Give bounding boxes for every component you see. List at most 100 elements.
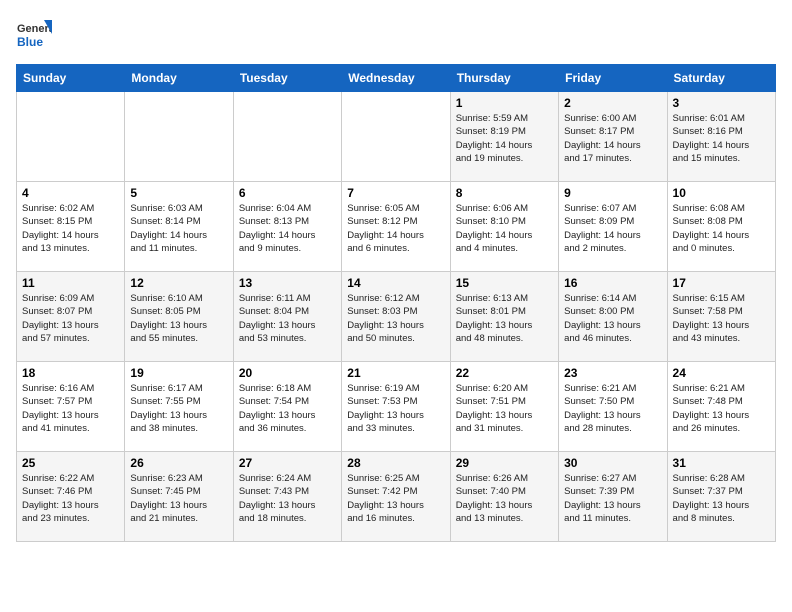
day-info: Sunrise: 6:14 AM Sunset: 8:00 PM Dayligh… [564,292,661,345]
day-number: 16 [564,276,661,290]
calendar-cell: 20Sunrise: 6:18 AM Sunset: 7:54 PM Dayli… [233,362,341,452]
col-header-wednesday: Wednesday [342,65,450,92]
calendar-header-row: SundayMondayTuesdayWednesdayThursdayFrid… [17,65,776,92]
day-number: 21 [347,366,444,380]
day-number: 2 [564,96,661,110]
day-number: 18 [22,366,119,380]
day-info: Sunrise: 6:13 AM Sunset: 8:01 PM Dayligh… [456,292,553,345]
day-info: Sunrise: 6:19 AM Sunset: 7:53 PM Dayligh… [347,382,444,435]
calendar-cell: 18 Sunrise: 6:16 AM Sunset: 7:57 PM Dayli… [17,362,125,452]
day-info: Sunrise: 6:21 AM Sunset: 7:48 PM Dayligh… [673,382,770,435]
calendar-cell: 14Sunrise: 6:12 AM Sunset: 8:03 PM Dayli… [342,272,450,362]
day-info: Sunrise: 6:15 AM Sunset: 7:58 PM Dayligh… [673,292,770,345]
calendar-cell: 21 Sunrise: 6:19 AM Sunset: 7:53 PM Dayli… [342,362,450,452]
logo-svg: General Blue [16,16,52,52]
day-info: Sunrise: 6:02 AM Sunset: 8:15 PM Dayligh… [22,202,119,255]
calendar-cell: 28 Sunrise: 6:25 AM Sunset: 7:42 PM Dayli… [342,452,450,542]
day-number: 5 [130,186,227,200]
day-number: 12 [130,276,227,290]
calendar-cell: 3 Sunrise: 6:01 AM Sunset: 8:16 PM Daylig… [667,92,775,182]
day-info: Sunrise: 6:25 AM Sunset: 7:42 PM Dayligh… [347,472,444,525]
day-number: 14 [347,276,444,290]
calendar-cell: 5 Sunrise: 6:03 AM Sunset: 8:14 PM Daylig… [125,182,233,272]
day-number: 9 [564,186,661,200]
svg-text:Blue: Blue [17,35,43,49]
day-number: 3 [673,96,770,110]
day-info: Sunrise: 6:01 AM Sunset: 8:16 PM Dayligh… [673,112,770,165]
day-number: 29 [456,456,553,470]
col-header-thursday: Thursday [450,65,558,92]
calendar-week-row: 4 Sunrise: 6:02 AM Sunset: 8:15 PM Daylig… [17,182,776,272]
calendar-cell [233,92,341,182]
day-number: 31 [673,456,770,470]
day-info: Sunrise: 6:22 AM Sunset: 7:46 PM Dayligh… [22,472,119,525]
calendar-cell: 7Sunrise: 6:05 AM Sunset: 8:12 PM Daylig… [342,182,450,272]
day-info: Sunrise: 6:23 AM Sunset: 7:45 PM Dayligh… [130,472,227,525]
calendar-cell: 26 Sunrise: 6:23 AM Sunset: 7:45 PM Dayli… [125,452,233,542]
calendar-cell: 13Sunrise: 6:11 AM Sunset: 8:04 PM Dayli… [233,272,341,362]
day-number: 11 [22,276,119,290]
calendar-cell: 17 Sunrise: 6:15 AM Sunset: 7:58 PM Dayli… [667,272,775,362]
calendar-cell: 23Sunrise: 6:21 AM Sunset: 7:50 PM Dayli… [559,362,667,452]
day-number: 22 [456,366,553,380]
calendar-cell: 10 Sunrise: 6:08 AM Sunset: 8:08 PM Dayli… [667,182,775,272]
day-number: 25 [22,456,119,470]
col-header-friday: Friday [559,65,667,92]
day-info: Sunrise: 6:08 AM Sunset: 8:08 PM Dayligh… [673,202,770,255]
day-info: Sunrise: 6:16 AM Sunset: 7:57 PM Dayligh… [22,382,119,435]
day-number: 24 [673,366,770,380]
col-header-saturday: Saturday [667,65,775,92]
calendar-cell: 31 Sunrise: 6:28 AM Sunset: 7:37 PM Dayli… [667,452,775,542]
day-number: 17 [673,276,770,290]
day-info: Sunrise: 6:03 AM Sunset: 8:14 PM Dayligh… [130,202,227,255]
day-info: Sunrise: 6:28 AM Sunset: 7:37 PM Dayligh… [673,472,770,525]
day-info: Sunrise: 6:17 AM Sunset: 7:55 PM Dayligh… [130,382,227,435]
col-header-sunday: Sunday [17,65,125,92]
day-info: Sunrise: 6:00 AM Sunset: 8:17 PM Dayligh… [564,112,661,165]
calendar-week-row: 11 Sunrise: 6:09 AM Sunset: 8:07 PM Dayli… [17,272,776,362]
col-header-monday: Monday [125,65,233,92]
day-number: 26 [130,456,227,470]
day-info: Sunrise: 6:20 AM Sunset: 7:51 PM Dayligh… [456,382,553,435]
day-number: 15 [456,276,553,290]
day-number: 4 [22,186,119,200]
day-info: Sunrise: 5:59 AM Sunset: 8:19 PM Dayligh… [456,112,553,165]
calendar-week-row: 18 Sunrise: 6:16 AM Sunset: 7:57 PM Dayli… [17,362,776,452]
calendar-cell: 1 Sunrise: 5:59 AM Sunset: 8:19 PM Daylig… [450,92,558,182]
calendar-week-row: 1 Sunrise: 5:59 AM Sunset: 8:19 PM Daylig… [17,92,776,182]
logo: General Blue [16,16,52,52]
day-info: Sunrise: 6:24 AM Sunset: 7:43 PM Dayligh… [239,472,336,525]
day-info: Sunrise: 6:04 AM Sunset: 8:13 PM Dayligh… [239,202,336,255]
page-header: General Blue [16,16,776,52]
calendar-cell: 2 Sunrise: 6:00 AM Sunset: 8:17 PM Daylig… [559,92,667,182]
calendar-cell: 8 Sunrise: 6:06 AM Sunset: 8:10 PM Daylig… [450,182,558,272]
day-number: 10 [673,186,770,200]
calendar-cell: 15 Sunrise: 6:13 AM Sunset: 8:01 PM Dayli… [450,272,558,362]
day-info: Sunrise: 6:09 AM Sunset: 8:07 PM Dayligh… [22,292,119,345]
day-number: 6 [239,186,336,200]
calendar-cell [125,92,233,182]
day-number: 28 [347,456,444,470]
calendar-cell: 27Sunrise: 6:24 AM Sunset: 7:43 PM Dayli… [233,452,341,542]
day-info: Sunrise: 6:26 AM Sunset: 7:40 PM Dayligh… [456,472,553,525]
calendar-cell: 9 Sunrise: 6:07 AM Sunset: 8:09 PM Daylig… [559,182,667,272]
calendar-cell [342,92,450,182]
col-header-tuesday: Tuesday [233,65,341,92]
day-number: 30 [564,456,661,470]
calendar-cell: 12Sunrise: 6:10 AM Sunset: 8:05 PM Dayli… [125,272,233,362]
day-info: Sunrise: 6:27 AM Sunset: 7:39 PM Dayligh… [564,472,661,525]
day-info: Sunrise: 6:06 AM Sunset: 8:10 PM Dayligh… [456,202,553,255]
day-info: Sunrise: 6:05 AM Sunset: 8:12 PM Dayligh… [347,202,444,255]
day-info: Sunrise: 6:21 AM Sunset: 7:50 PM Dayligh… [564,382,661,435]
calendar-cell: 30 Sunrise: 6:27 AM Sunset: 7:39 PM Dayli… [559,452,667,542]
day-number: 19 [130,366,227,380]
calendar-week-row: 25 Sunrise: 6:22 AM Sunset: 7:46 PM Dayli… [17,452,776,542]
day-info: Sunrise: 6:07 AM Sunset: 8:09 PM Dayligh… [564,202,661,255]
calendar-cell [17,92,125,182]
calendar-table: SundayMondayTuesdayWednesdayThursdayFrid… [16,64,776,542]
day-number: 1 [456,96,553,110]
calendar-cell: 29 Sunrise: 6:26 AM Sunset: 7:40 PM Dayli… [450,452,558,542]
day-number: 8 [456,186,553,200]
calendar-cell: 6 Sunrise: 6:04 AM Sunset: 8:13 PM Daylig… [233,182,341,272]
calendar-cell: 22 Sunrise: 6:20 AM Sunset: 7:51 PM Dayli… [450,362,558,452]
